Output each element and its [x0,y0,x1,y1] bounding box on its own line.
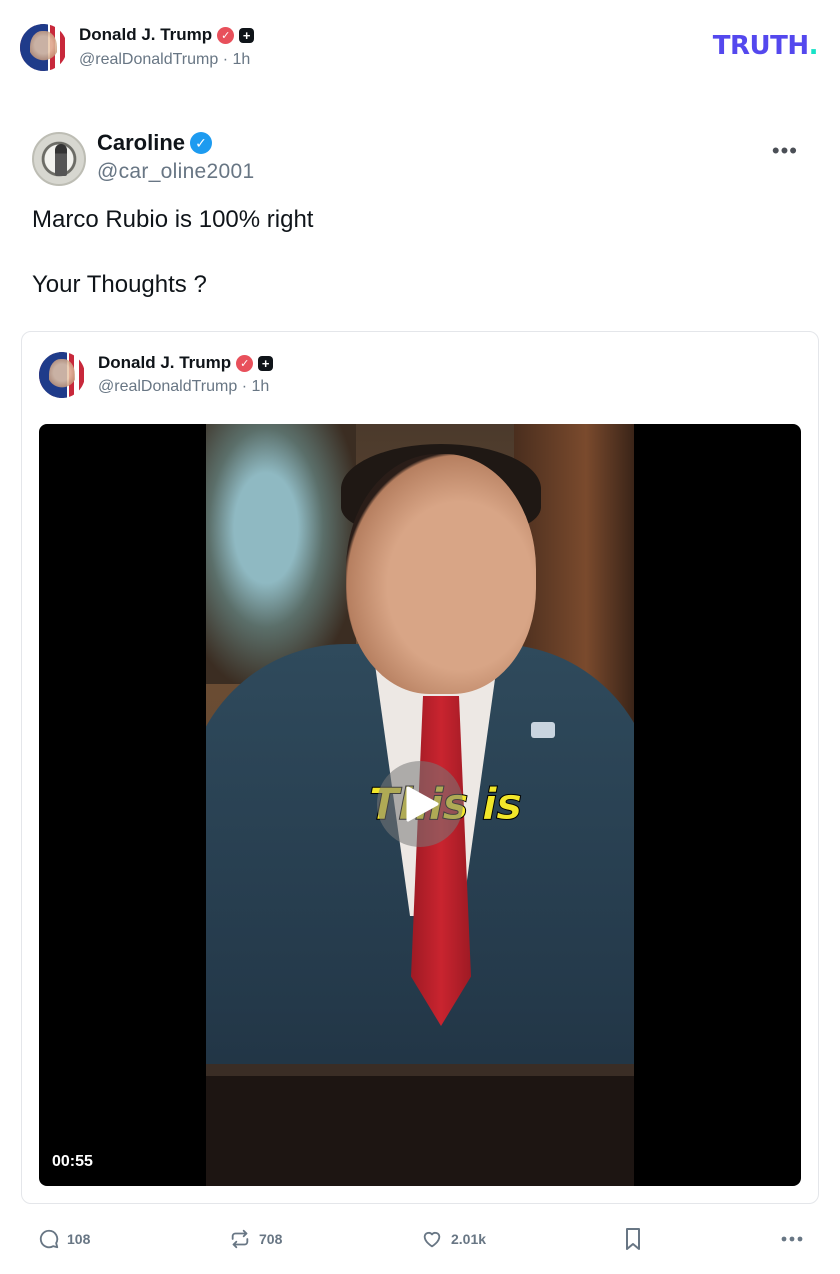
tweet-author-handle: @car_oline2001 [97,160,255,183]
embedded-post-card[interactable]: Donald J. Trump ✓ + @realDonaldTrump · 1… [21,331,819,1204]
retruth-count: 708 [259,1231,283,1247]
more-options-icon[interactable]: ••• [772,138,798,164]
tweet-avatar[interactable] [32,132,86,186]
verified-badge-icon: ✓ [190,132,213,154]
video-player[interactable]: This is 00:55 [39,424,801,1186]
author-avatar[interactable] [20,24,67,71]
more-icon [781,1236,803,1242]
author-meta: @realDonaldTrump · 1h [79,51,250,69]
plus-badge-icon: + [239,27,255,43]
card-author-name[interactable]: Donald J. Trump [98,353,231,373]
video-duration: 00:55 [52,1153,93,1170]
logo-dot: . [808,31,819,61]
author-name[interactable]: Donald J. Trump [79,25,212,45]
verified-badge-icon: ✓ [236,354,254,372]
post-header: Donald J. Trump ✓ + @realDonaldTrump · 1… [20,24,820,74]
bookmark-button[interactable] [623,1222,643,1256]
reply-count: 108 [67,1231,91,1247]
like-button[interactable]: 2.01k [420,1222,486,1256]
card-author-meta: @realDonaldTrump · 1h [98,378,269,396]
logo-text: TRUTH [712,31,809,61]
card-author-handle[interactable]: @realDonaldTrump [98,378,237,395]
play-icon[interactable] [377,761,463,847]
tweet-author-name: Caroline [97,130,186,155]
tweet-text-line-2: Your Thoughts ? [32,271,207,298]
like-icon [423,1231,441,1248]
reply-button[interactable]: 108 [38,1222,90,1256]
card-author-avatar[interactable] [39,352,85,398]
retruth-icon [231,1229,249,1249]
post-time: · 1h [222,51,251,68]
plus-badge-icon: + [258,355,274,371]
tweet-text-line-1: Marco Rubio is 100% right [32,206,314,233]
reply-icon [39,1229,59,1249]
like-count: 2.01k [451,1231,487,1247]
truth-logo[interactable]: TRUTH. [712,31,819,61]
author-handle[interactable]: @realDonaldTrump [79,51,218,68]
action-bar: 108 708 2.01k [0,1222,840,1256]
card-post-time: · 1h [241,378,270,395]
verified-badge-icon: ✓ [217,26,235,44]
more-actions-button[interactable] [780,1222,804,1256]
bookmark-icon [626,1228,640,1250]
retruth-button[interactable]: 708 [228,1222,282,1256]
